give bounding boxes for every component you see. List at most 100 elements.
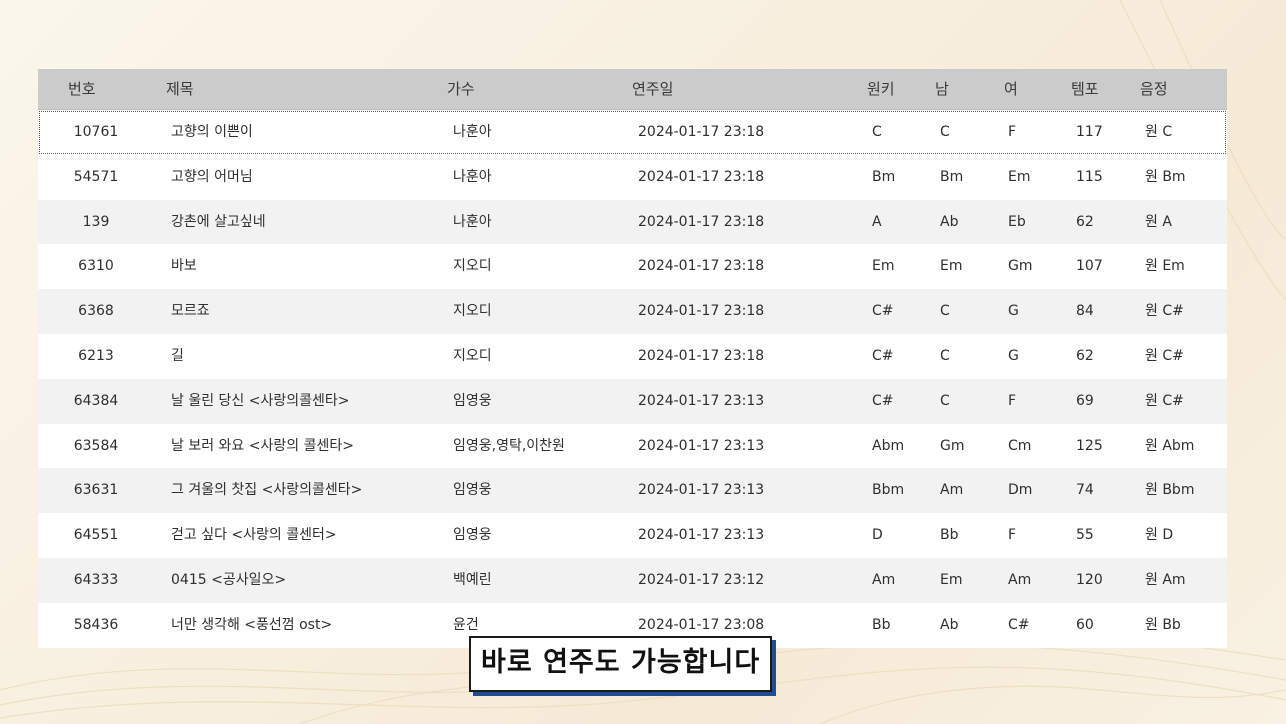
cell-title: 길 (171, 347, 184, 364)
cell-title: 그 겨울의 찻집 <사랑의콜센타> (171, 482, 363, 499)
cell-title: 고향의 이쁜이 (171, 124, 253, 140)
cell-title: 0415 <공사일오> (171, 571, 287, 588)
cell-date: 2024-01-17 23:18 (638, 168, 765, 185)
cell-male-key: C (940, 392, 950, 409)
cell-tempo: 60 (1076, 616, 1094, 633)
cell-date: 2024-01-17 23:18 (638, 258, 765, 275)
cell-tempo: 115 (1076, 168, 1103, 185)
cell-singer: 나훈아 (453, 213, 492, 230)
cell-singer: 임영웅,영탁,이찬원 (453, 437, 565, 454)
cell-title: 바보 (171, 258, 197, 275)
cell-date: 2024-01-17 23:18 (638, 347, 765, 364)
cell-female-key: Em (1008, 168, 1031, 185)
cell-number: 63584 (73, 437, 119, 454)
cell-number: 64384 (73, 392, 119, 409)
header-male-key[interactable]: 남 (935, 69, 949, 109)
cell-number: 6368 (78, 303, 114, 320)
cell-female-key: Cm (1008, 437, 1032, 454)
cell-female-key: Gm (1008, 258, 1033, 275)
cell-singer: 나훈아 (453, 124, 492, 140)
cell-male-key: Ab (940, 616, 959, 633)
cell-tempo: 107 (1076, 258, 1103, 275)
cell-female-key: F (1008, 124, 1017, 140)
cell-female-key: G (1008, 303, 1019, 320)
cell-original-key: D (872, 527, 883, 544)
cell-title: 강촌에 살고싶네 (171, 213, 266, 230)
cell-pitch: 원 C (1145, 124, 1173, 140)
table-row[interactable]: 64333 0415 <공사일오> 백예린 2024-01-17 23:12 A… (38, 557, 1227, 603)
cell-female-key: Am (1008, 571, 1032, 588)
cell-number: 10761 (73, 124, 119, 140)
cell-singer: 나훈아 (453, 168, 492, 185)
cell-male-key: C (940, 124, 950, 140)
cell-tempo: 84 (1076, 303, 1094, 320)
cell-number: 63631 (73, 482, 119, 499)
cell-female-key: F (1008, 527, 1017, 544)
cell-original-key: C# (872, 303, 894, 320)
table-row[interactable]: 6310 바보 지오디 2024-01-17 23:18 Em Em Gm 10… (38, 244, 1227, 289)
cell-date: 2024-01-17 23:18 (638, 303, 765, 320)
cell-female-key: G (1008, 347, 1019, 364)
header-female-key[interactable]: 여 (1004, 69, 1018, 109)
table-row[interactable]: 64551 걷고 싶다 <사랑의 콜센터> 임영웅 2024-01-17 23:… (38, 513, 1227, 558)
cell-male-key: Bm (940, 168, 964, 185)
video-subtitle-caption: 바로 연주도 가능합니다 (469, 636, 773, 692)
table-row[interactable]: 63584 날 보러 와요 <사랑의 콜센타> 임영웅,영탁,이찬원 2024-… (38, 424, 1227, 469)
table-row[interactable]: 6368 모르죠 지오디 2024-01-17 23:18 C# C G 84 … (38, 289, 1227, 334)
header-number[interactable]: 번호 (68, 69, 96, 109)
cell-male-key: Bb (940, 527, 959, 544)
cell-original-key: C# (872, 347, 894, 364)
cell-tempo: 69 (1076, 392, 1094, 409)
cell-tempo: 125 (1076, 437, 1103, 454)
cell-original-key: Em (872, 258, 895, 275)
cell-male-key: Ab (940, 213, 959, 230)
cell-singer: 지오디 (453, 347, 492, 364)
table-row[interactable]: 64384 날 울린 당신 <사랑의콜센타> 임영웅 2024-01-17 23… (38, 378, 1227, 424)
header-singer[interactable]: 가수 (447, 69, 475, 109)
cell-date: 2024-01-17 23:13 (638, 482, 765, 499)
header-date[interactable]: 연주일 (632, 69, 673, 109)
header-pitch[interactable]: 음정 (1140, 69, 1168, 109)
header-original-key[interactable]: 원키 (867, 69, 895, 109)
cell-number: 64333 (73, 571, 119, 588)
cell-pitch: 원 A (1145, 213, 1172, 230)
cell-pitch: 원 C# (1145, 303, 1184, 320)
cell-original-key: Abm (872, 437, 905, 454)
cell-original-key: C (872, 124, 882, 140)
cell-pitch: 원 Bb (1145, 616, 1181, 633)
table-row[interactable]: 63631 그 겨울의 찻집 <사랑의콜센타> 임영웅 2024-01-17 2… (38, 468, 1227, 514)
cell-singer: 백예린 (453, 571, 492, 588)
cell-female-key: Eb (1008, 213, 1026, 230)
header-tempo[interactable]: 템포 (1071, 69, 1099, 109)
cell-title: 날 보러 와요 <사랑의 콜센타> (171, 437, 354, 454)
table-row[interactable]: 6213 길 지오디 2024-01-17 23:18 C# C G 62 원 … (38, 334, 1227, 379)
cell-pitch: 원 Abm (1145, 437, 1195, 454)
cell-pitch: 원 Em (1145, 258, 1185, 275)
cell-original-key: Bb (872, 616, 891, 633)
cell-title: 모르죠 (171, 303, 210, 320)
table-row[interactable]: 10761 고향의 이쁜이 나훈아 2024-01-17 23:18 C C F… (38, 110, 1227, 155)
cell-tempo: 117 (1076, 124, 1103, 140)
cell-title: 걷고 싶다 <사랑의 콜센터> (171, 527, 337, 544)
cell-number: 139 (82, 213, 110, 230)
cell-date: 2024-01-17 23:12 (638, 571, 765, 588)
cell-tempo: 74 (1076, 482, 1094, 499)
cell-tempo: 120 (1076, 571, 1103, 588)
cell-singer: 지오디 (453, 303, 492, 320)
header-title[interactable]: 제목 (166, 69, 194, 109)
cell-singer: 임영웅 (453, 527, 492, 544)
table-row[interactable]: 139 강촌에 살고싶네 나훈아 2024-01-17 23:18 A Ab E… (38, 199, 1227, 245)
cell-date: 2024-01-17 23:13 (638, 437, 765, 454)
cell-number: 64551 (73, 527, 119, 544)
cell-tempo: 62 (1076, 347, 1094, 364)
cell-pitch: 원 C# (1145, 392, 1184, 409)
cell-male-key: C (940, 303, 950, 320)
cell-female-key: F (1008, 392, 1017, 409)
cell-singer: 지오디 (453, 258, 492, 275)
table-row[interactable]: 54571 고향의 어머님 나훈아 2024-01-17 23:18 Bm Bm… (38, 155, 1227, 200)
cell-date: 2024-01-17 23:13 (638, 392, 765, 409)
cell-original-key: A (872, 213, 882, 230)
table-body: 10761 고향의 이쁜이 나훈아 2024-01-17 23:18 C C F… (38, 110, 1227, 648)
cell-tempo: 62 (1076, 213, 1094, 230)
cell-title: 고향의 어머님 (171, 168, 253, 185)
